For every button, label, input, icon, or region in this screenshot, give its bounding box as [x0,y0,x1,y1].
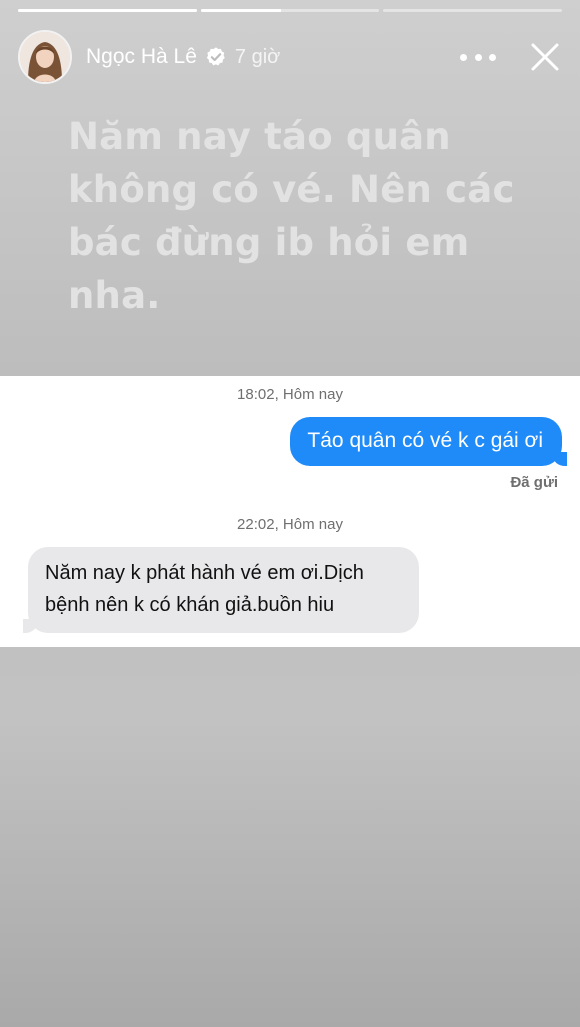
story-viewer[interactable]: Ngọc Hà Lê 7 giờ Năm nay táo quân không … [0,0,580,1027]
message-screenshot: 18:02, Hôm nay Táo quân có vé k c gái ơi… [0,376,580,647]
message-timestamp: 22:02, Hôm nay [237,516,343,533]
post-time: 7 giờ [234,45,281,68]
progress-fill [200,9,282,12]
progress-segment [200,9,380,12]
close-icon[interactable] [530,42,560,72]
verified-badge-icon [206,47,225,66]
story-caption-text: Năm nay táo quân không có vé. Nên các bá… [68,115,515,317]
avatar-image [20,32,70,82]
progress-segment [383,9,563,12]
username[interactable]: Ngọc Hà Lê [86,45,197,69]
progress-fill [18,9,197,12]
outgoing-message-bubble: Táo quân có vé k c gái ơi [290,417,567,466]
story-header: Ngọc Hà Lê 7 giờ [18,28,562,86]
avatar[interactable] [18,30,72,84]
story-progress-bar [18,9,563,12]
progress-segment [18,9,197,12]
more-options-icon[interactable] [460,47,496,67]
delivered-status: Đã gửi [510,474,558,491]
message-timestamp: 18:02, Hôm nay [237,386,343,403]
incoming-message-bubble: Năm nay k phát hành vé em ơi.Dịch bệnh n… [23,547,419,633]
